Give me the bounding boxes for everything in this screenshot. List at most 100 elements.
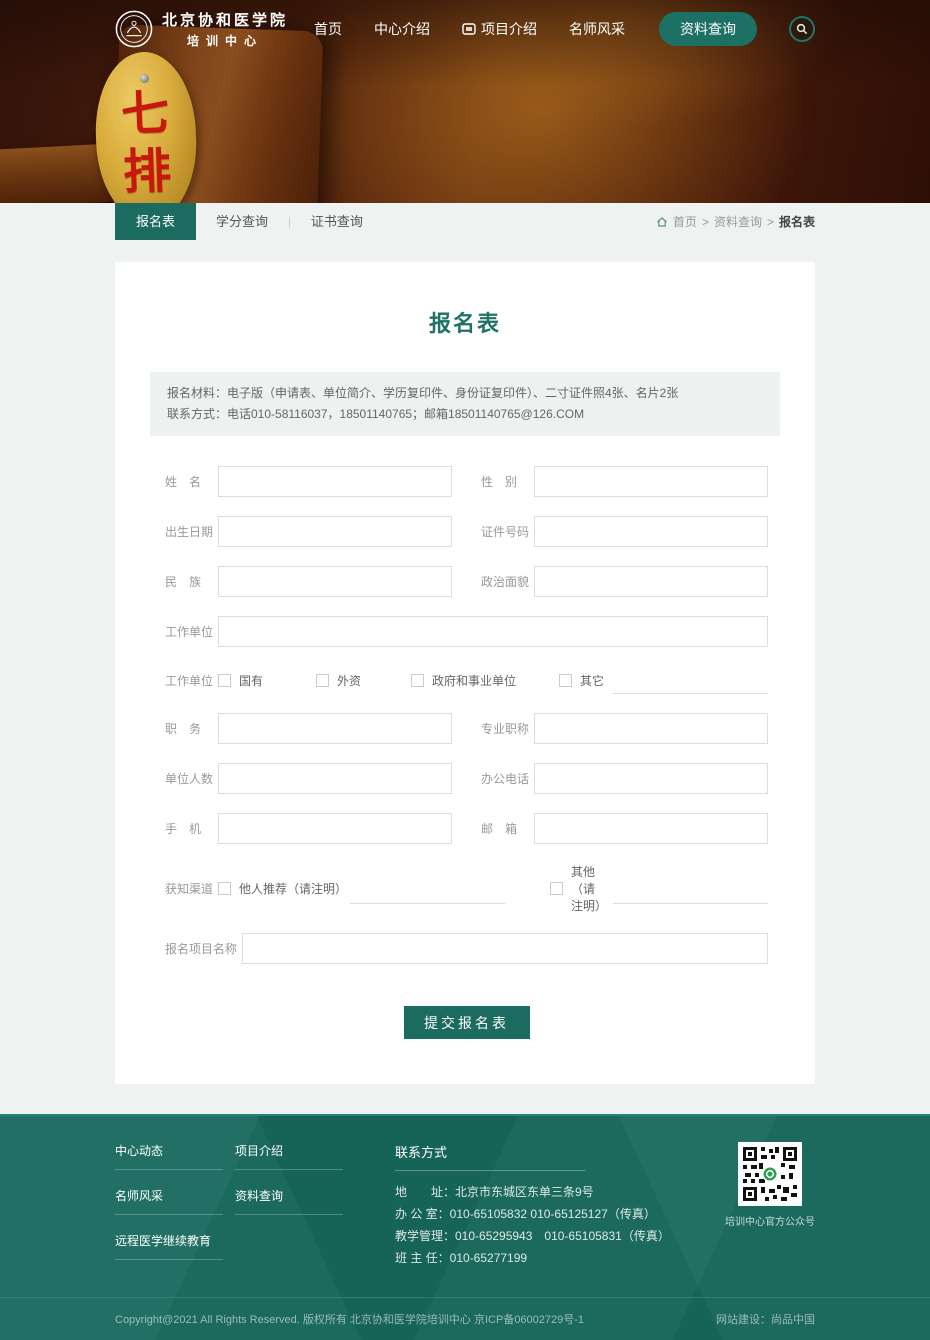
professional-title-input[interactable] bbox=[534, 713, 768, 744]
position-label: 职 务 bbox=[165, 720, 213, 737]
unit-type-other-input[interactable] bbox=[612, 676, 768, 694]
brand-text: 北京协和医学院 培训中心 bbox=[162, 9, 288, 49]
unit-type-option-label: 政府和事业单位 bbox=[432, 672, 516, 689]
search-button[interactable] bbox=[789, 16, 815, 42]
qr-code-image bbox=[741, 1145, 799, 1203]
brand-subname: 培训中心 bbox=[162, 32, 288, 49]
unit-size-input[interactable] bbox=[218, 763, 452, 794]
nav-item-home[interactable]: 首页 bbox=[314, 19, 342, 39]
unit-type-state-owned-checkbox[interactable] bbox=[218, 674, 231, 687]
footer-link-teachers[interactable]: 名师风采 bbox=[115, 1187, 223, 1215]
gender-input[interactable] bbox=[534, 466, 768, 497]
footer-links-col1: 中心动态 名师风采 远程医学继续教育 bbox=[115, 1142, 235, 1277]
ethnicity-label: 民 族 bbox=[165, 573, 213, 590]
logo-emblem-icon bbox=[115, 10, 153, 48]
project-name-label: 报名项目名称 bbox=[165, 940, 237, 957]
id-number-label: 证件号码 bbox=[481, 523, 529, 540]
footer-link-projects[interactable]: 项目介绍 bbox=[235, 1142, 343, 1170]
qr-caption: 培训中心官方公众号 bbox=[725, 1213, 815, 1228]
search-icon bbox=[796, 23, 808, 35]
office-phone-input[interactable] bbox=[534, 763, 768, 794]
contact-teaching: 教学管理：010-65295943 010-65105831（传真） bbox=[395, 1225, 695, 1247]
sub-nav-tabbar: 报名表 学分查询 | 证书查询 首页 > 资料查询 > 报名表 bbox=[0, 203, 930, 240]
political-status-input[interactable] bbox=[534, 566, 768, 597]
crumb-home[interactable]: 首页 bbox=[673, 213, 697, 230]
tab-certificate-query[interactable]: 证书查询 bbox=[291, 203, 383, 240]
unit-type-government-checkbox[interactable] bbox=[411, 674, 424, 687]
site-builder-link[interactable]: 网站建设：尚品中国 bbox=[716, 1311, 815, 1327]
name-input[interactable] bbox=[218, 466, 452, 497]
channel-other-checkbox[interactable] bbox=[550, 882, 563, 895]
channel-referral-input[interactable] bbox=[350, 886, 505, 904]
unit-type-label: 工作单位 bbox=[165, 672, 213, 689]
birthdate-input[interactable] bbox=[218, 516, 452, 547]
notice-box: 报名材料：电子版（申请表、单位简介、学历复印件、身份证复印件）、二寸证件照4张、… bbox=[150, 372, 780, 436]
unit-type-other-checkbox[interactable] bbox=[559, 674, 572, 687]
notice-materials: 报名材料：电子版（申请表、单位简介、学历复印件、身份证复印件）、二寸证件照4张、… bbox=[167, 384, 763, 403]
nav-cta-materials-button[interactable]: 资料查询 bbox=[659, 12, 757, 46]
page-background: 报名表 报名材料：电子版（申请表、单位简介、学历复印件、身份证复印件）、二寸证件… bbox=[0, 240, 930, 1114]
professional-title-label: 专业职称 bbox=[481, 720, 529, 737]
office-phone-label: 办公电话 bbox=[481, 770, 529, 787]
email-input[interactable] bbox=[534, 813, 768, 844]
ethnicity-input[interactable] bbox=[218, 566, 452, 597]
birthdate-label: 出生日期 bbox=[165, 523, 213, 540]
registration-form: 姓 名 性 别 出生日期 证件号码 民 族 政治面貌 工作单位 bbox=[115, 466, 815, 1039]
unit-type-option-label: 其它 bbox=[580, 672, 604, 689]
footer-link-remote-education[interactable]: 远程医学继续教育 bbox=[115, 1232, 223, 1260]
form-card: 报名表 报名材料：电子版（申请表、单位简介、学历复印件、身份证复印件）、二寸证件… bbox=[115, 262, 815, 1084]
top-navigation: 北京协和医学院 培训中心 首页 中心介绍 项目介绍 名师风采 资料查询 bbox=[0, 0, 930, 49]
plaque-nail bbox=[139, 74, 148, 83]
id-number-input[interactable] bbox=[534, 516, 768, 547]
contact-address: 地 址：北京市东城区东单三条9号 bbox=[395, 1181, 695, 1203]
unit-type-foreign-checkbox[interactable] bbox=[316, 674, 329, 687]
footer-contact: 联系方式 地 址：北京市东城区东单三条9号 办 公 室：010-65105832… bbox=[395, 1142, 695, 1277]
work-unit-label: 工作单位 bbox=[165, 623, 213, 640]
referral-channel-row: 获知渠道 他人推荐（请注明） 其他（请注明） bbox=[165, 863, 768, 914]
copyright-text: Copyright@2021 All Rights Reserved. 版权所有… bbox=[115, 1311, 584, 1327]
nav-menu: 首页 中心介绍 项目介绍 名师风采 资料查询 bbox=[314, 12, 815, 46]
page-title: 报名表 bbox=[115, 262, 815, 372]
contact-heading: 联系方式 bbox=[395, 1142, 585, 1171]
submit-button[interactable]: 提交报名表 bbox=[404, 1006, 530, 1039]
footer-main: 中心动态 名师风采 远程医学继续教育 项目介绍 资料查询 联系方式 地 址：北京… bbox=[0, 1116, 930, 1297]
crumb-sep: > bbox=[767, 215, 774, 229]
channel-referral-checkbox[interactable] bbox=[218, 882, 231, 895]
nav-item-label: 名师风采 bbox=[569, 19, 625, 39]
tab-credit-query[interactable]: 学分查询 bbox=[196, 203, 288, 240]
unit-type-option-label: 国有 bbox=[239, 672, 263, 689]
mobile-label: 手 机 bbox=[165, 820, 213, 837]
footer: 中心动态 名师风采 远程医学继续教育 项目介绍 资料查询 联系方式 地 址：北京… bbox=[0, 1114, 930, 1340]
logo[interactable]: 北京协和医学院 培训中心 bbox=[115, 9, 288, 49]
notice-contact: 联系方式：电话010-58116037，18501140765；邮箱185011… bbox=[167, 405, 763, 424]
unit-type-row: 工作单位 国有 外资 政府和事业单位 其它 bbox=[165, 666, 768, 694]
cursor-icon bbox=[462, 23, 476, 35]
mobile-input[interactable] bbox=[218, 813, 452, 844]
brand-name: 北京协和医学院 bbox=[162, 9, 288, 30]
unit-size-label: 单位人数 bbox=[165, 770, 213, 787]
breadcrumb: 首页 > 资料查询 > 报名表 bbox=[656, 213, 815, 230]
work-unit-input[interactable] bbox=[218, 616, 768, 647]
footer-links-col2: 项目介绍 资料查询 bbox=[235, 1142, 355, 1277]
footer-link-center-news[interactable]: 中心动态 bbox=[115, 1142, 223, 1170]
hero-banner: 七 排 北京协和医学院 培训中心 首页 中心介绍 bbox=[0, 0, 930, 203]
plaque-char-seven: 七 bbox=[120, 84, 170, 144]
nav-item-center-intro[interactable]: 中心介绍 bbox=[374, 19, 430, 39]
channel-option-label: 他人推荐（请注明） bbox=[239, 880, 342, 897]
unit-type-option-label: 外资 bbox=[337, 672, 361, 689]
footer-qr: 培训中心官方公众号 bbox=[725, 1142, 815, 1277]
email-label: 邮 箱 bbox=[481, 820, 529, 837]
position-input[interactable] bbox=[218, 713, 452, 744]
political-status-label: 政治面貌 bbox=[481, 573, 529, 590]
crumb-current: 报名表 bbox=[779, 213, 815, 230]
nav-item-projects[interactable]: 项目介绍 bbox=[462, 19, 537, 39]
crumb-materials[interactable]: 资料查询 bbox=[714, 213, 762, 230]
footer-link-materials[interactable]: 资料查询 bbox=[235, 1187, 343, 1215]
channel-other-input[interactable] bbox=[613, 886, 768, 904]
tab-registration-form[interactable]: 报名表 bbox=[115, 203, 196, 240]
channel-option-label: 其他（请注明） bbox=[571, 863, 605, 914]
nav-item-label: 首页 bbox=[314, 19, 342, 39]
nav-item-label: 项目介绍 bbox=[481, 19, 537, 39]
nav-item-teachers[interactable]: 名师风采 bbox=[569, 19, 625, 39]
project-name-input[interactable] bbox=[242, 933, 768, 964]
